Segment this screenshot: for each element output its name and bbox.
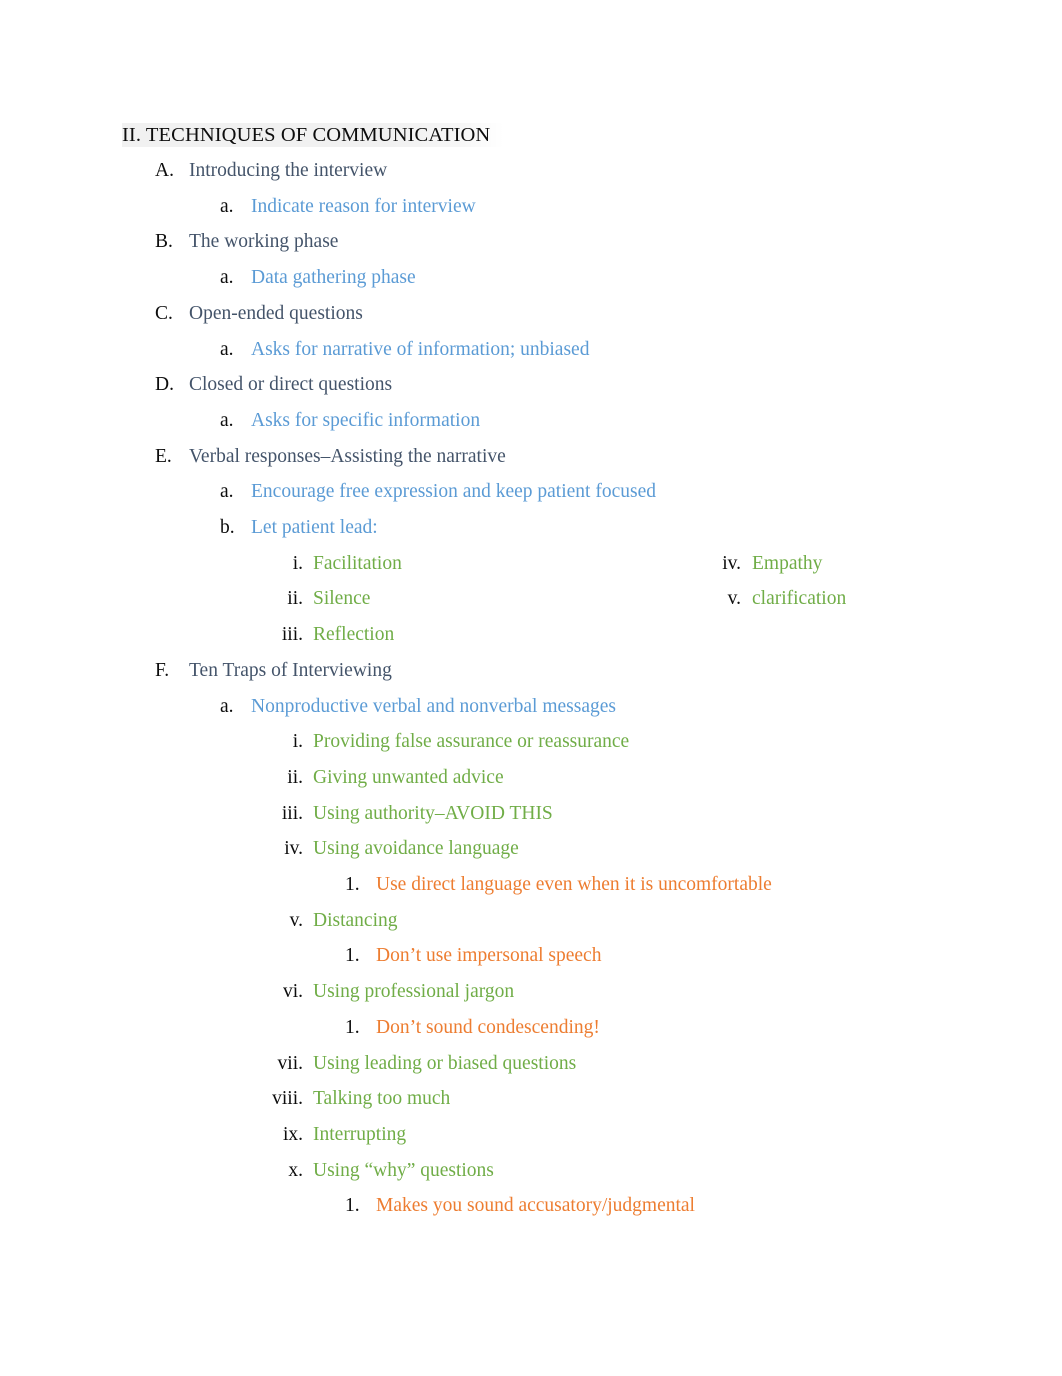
marker-a: A. bbox=[155, 160, 174, 181]
marker-lower-alpha: a. bbox=[220, 338, 234, 360]
sub-item-text: Data gathering phase bbox=[251, 267, 416, 289]
section-title: Open-ended questions bbox=[189, 302, 363, 324]
marker-roman: iv. bbox=[284, 838, 303, 860]
section-title: Ten Traps of Interviewing bbox=[189, 659, 392, 681]
marker-roman: iv. bbox=[722, 552, 741, 574]
numbered-item-text: Makes you sound accusatory/judgmental bbox=[376, 1195, 695, 1217]
numbered-item-text: Use direct language even when it is unco… bbox=[376, 874, 772, 895]
marker-d: D. bbox=[155, 374, 174, 396]
trap-text: Interrupting bbox=[313, 1123, 407, 1145]
marker-lower-alpha: a. bbox=[220, 695, 234, 717]
trap-text: Giving unwanted advice bbox=[313, 766, 504, 788]
marker-roman: vii. bbox=[277, 1052, 303, 1074]
section-title: Verbal responses–Assisting the narrative bbox=[189, 445, 506, 467]
marker-number: 1. bbox=[345, 1016, 360, 1038]
marker-roman: iii. bbox=[281, 624, 303, 646]
numbered-item-text: Don’t sound condescending! bbox=[376, 1016, 600, 1038]
page-title: II. TECHNIQUES OF COMMUNICATION bbox=[122, 124, 491, 146]
marker-number: 1. bbox=[345, 1195, 360, 1217]
section-title: The working phase bbox=[189, 231, 339, 253]
trap-text: Using authority–AVOID THIS bbox=[313, 802, 553, 824]
trap-text: Distancing bbox=[313, 909, 398, 931]
marker-e: E. bbox=[155, 445, 172, 467]
sub-item-text: Encourage free expression and keep patie… bbox=[251, 481, 656, 503]
marker-roman: v. bbox=[727, 588, 741, 610]
marker-number: 1. bbox=[345, 874, 360, 895]
marker-roman: i. bbox=[292, 731, 303, 753]
marker-roman: ii. bbox=[287, 766, 303, 788]
trap-text: Using “why” questions bbox=[313, 1159, 494, 1181]
sub-item-text: Let patient lead: bbox=[251, 517, 378, 538]
marker-roman: vi. bbox=[282, 981, 303, 1003]
section-title: Introducing the interview bbox=[189, 160, 388, 181]
marker-roman: viii. bbox=[272, 1088, 303, 1110]
sub-item-text: Nonproductive verbal and nonverbal messa… bbox=[251, 695, 616, 717]
roman-item-text: clarification bbox=[752, 588, 847, 610]
roman-item-text: Empathy bbox=[752, 552, 823, 574]
trap-text: Using avoidance language bbox=[313, 838, 519, 860]
marker-c: C. bbox=[155, 302, 173, 324]
marker-lower-alpha: b. bbox=[220, 517, 235, 538]
marker-roman: x. bbox=[288, 1159, 303, 1181]
marker-lower-alpha: a. bbox=[220, 409, 234, 431]
marker-roman: i. bbox=[292, 552, 303, 574]
sub-item-text: Asks for specific information bbox=[251, 409, 481, 431]
trap-text: Talking too much bbox=[313, 1088, 451, 1110]
trap-text: Providing false assurance or reassurance bbox=[313, 731, 630, 753]
marker-lower-alpha: a. bbox=[220, 195, 234, 217]
marker-roman: ix. bbox=[282, 1123, 303, 1145]
marker-lower-alpha: a. bbox=[220, 481, 234, 503]
marker-f: F. bbox=[155, 659, 170, 681]
marker-roman: iii. bbox=[281, 802, 303, 824]
roman-item-text: Facilitation bbox=[313, 552, 402, 574]
marker-b: B. bbox=[155, 231, 173, 253]
sub-item-text: Indicate reason for interview bbox=[251, 195, 476, 217]
marker-lower-alpha: a. bbox=[220, 267, 234, 289]
marker-number: 1. bbox=[345, 945, 360, 967]
roman-item-text: Reflection bbox=[313, 624, 395, 646]
sub-item-text: Asks for narrative of information; unbia… bbox=[251, 338, 590, 360]
document-page: II. TECHNIQUES OF COMMUNICATION A. Introd… bbox=[0, 0, 1062, 1376]
roman-item-text: Silence bbox=[313, 588, 371, 610]
trap-text: Using leading or biased questions bbox=[313, 1052, 577, 1074]
numbered-item-text: Don’t use impersonal speech bbox=[376, 945, 602, 967]
marker-roman: ii. bbox=[287, 588, 303, 610]
trap-text: Using professional jargon bbox=[313, 981, 515, 1003]
section-title: Closed or direct questions bbox=[189, 374, 393, 396]
marker-roman: v. bbox=[289, 909, 303, 931]
